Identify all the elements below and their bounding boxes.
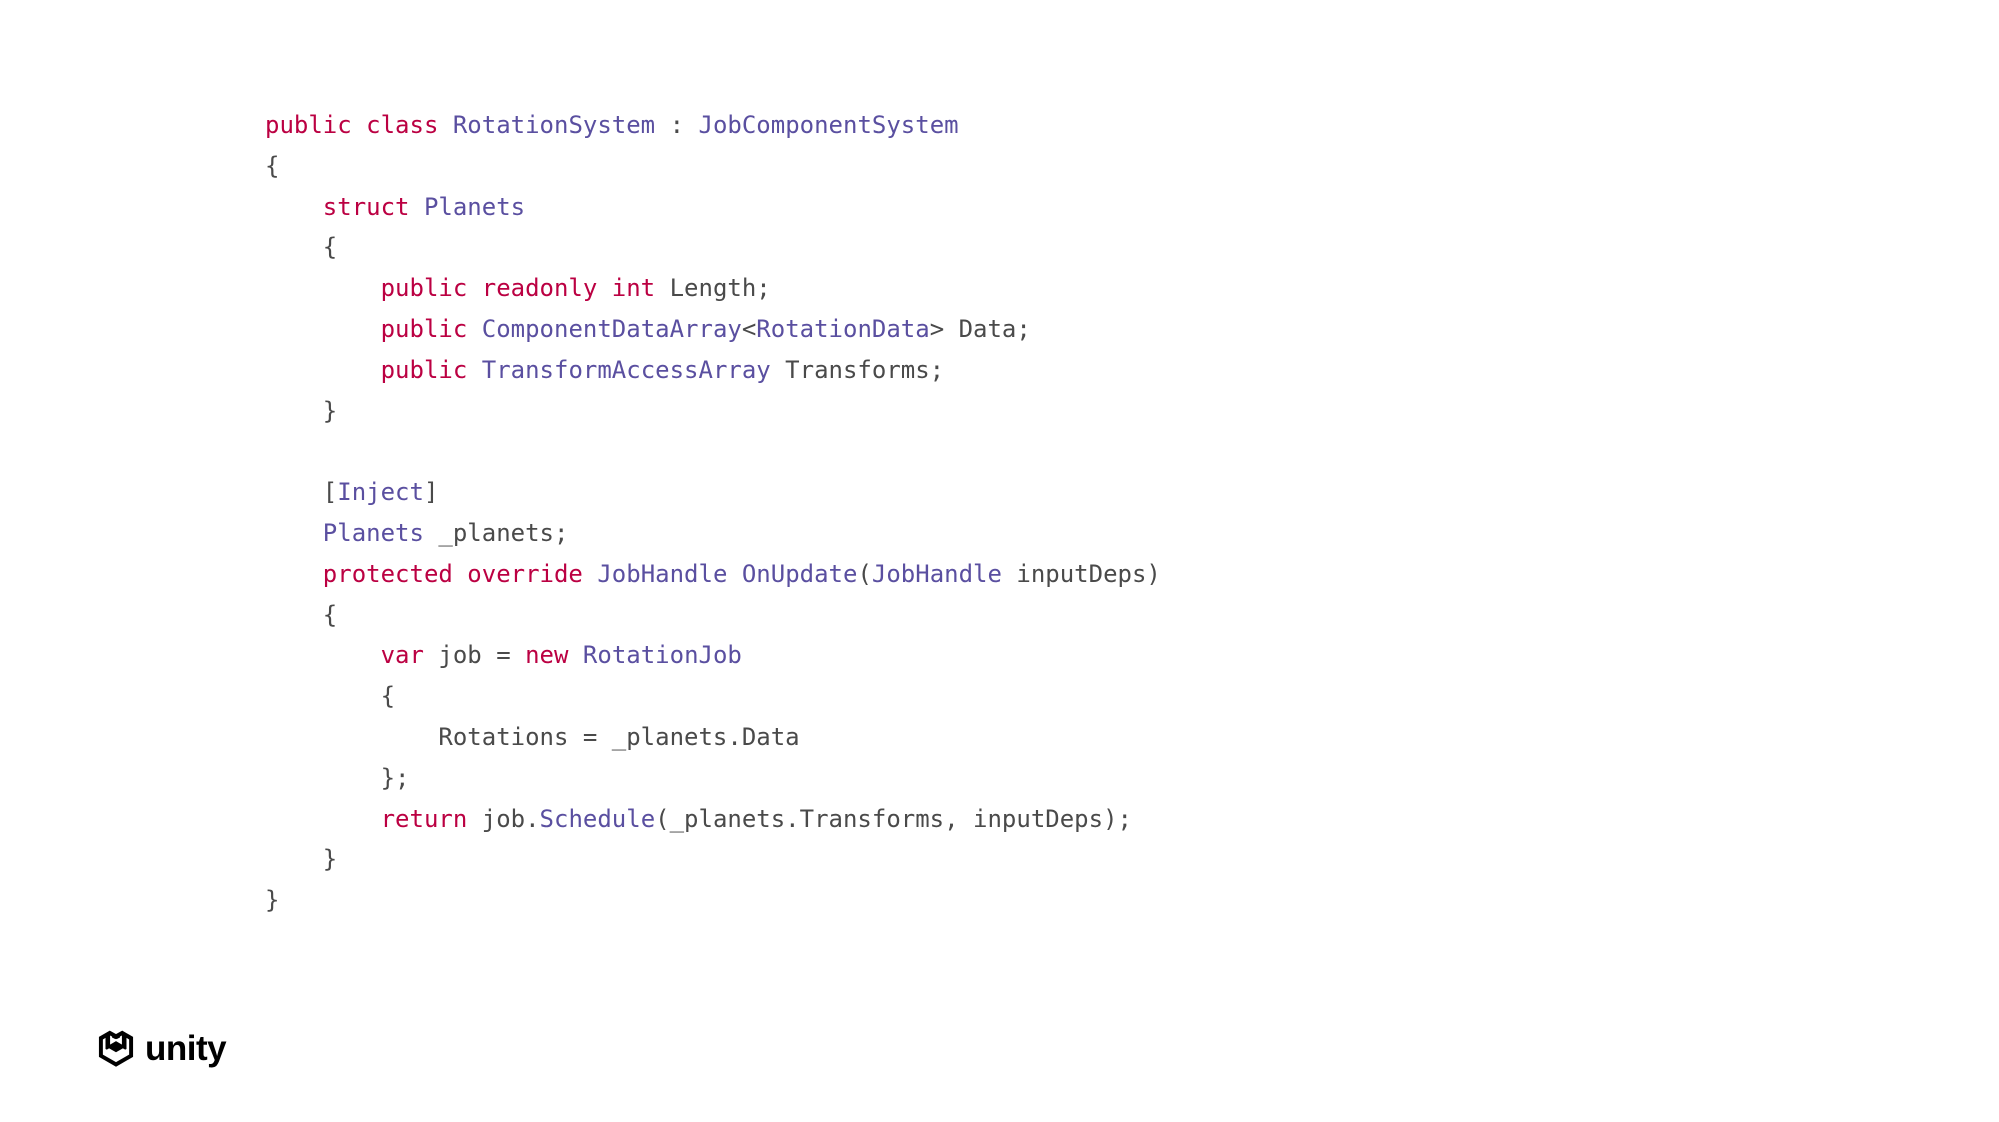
code-token: JobHandle [597,560,727,588]
code-token: RotationData [756,315,929,343]
code-token: public [381,315,468,343]
code-token: return [381,805,468,833]
code-token: JobHandle [872,560,1002,588]
unity-logo-text: unity [145,1029,226,1069]
code-token: > Data; [930,315,1031,343]
code-token: [ [265,478,337,506]
code-token [265,560,323,588]
code-token: inputDeps) [1002,560,1161,588]
code-token: protected override [323,560,583,588]
code-token: OnUpdate [742,560,858,588]
code-token [265,315,381,343]
code-token: { [265,152,279,180]
code-token [265,805,381,833]
code-token: Transforms; [771,356,944,384]
code-token: JobComponentSystem [699,111,959,139]
code-token: job. [467,805,539,833]
code-token [438,111,452,139]
code-line: Rotations = _planets.Data [265,717,1161,758]
code-token: struct [323,193,410,221]
code-token: public [381,356,468,384]
code-line: struct Planets [265,187,1161,228]
code-line: protected override JobHandle OnUpdate(Jo… [265,554,1161,595]
code-token: (_planets.Transforms, inputDeps); [655,805,1132,833]
code-token [265,356,381,384]
code-line: } [265,391,1161,432]
unity-logo-icon [95,1028,137,1070]
code-token: public readonly int [381,274,656,302]
code-token: : [655,111,698,139]
code-token [467,356,481,384]
code-token: public class [265,111,438,139]
code-token [727,560,741,588]
code-line: public TransformAccessArray Transforms; [265,350,1161,391]
code-token: } [265,845,337,873]
code-line: }; [265,758,1161,799]
code-token [265,519,323,547]
code-token: job = [424,641,525,669]
code-token: < [742,315,756,343]
code-token: { [265,682,395,710]
code-line: public class RotationSystem : JobCompone… [265,105,1161,146]
code-line: { [265,146,1161,187]
code-token [467,315,481,343]
code-line: public ComponentDataArray<RotationData> … [265,309,1161,350]
code-token: } [265,886,279,914]
code-token: Rotations = _planets.Data [265,723,800,751]
code-token [265,274,381,302]
code-token [265,641,381,669]
code-token: new [525,641,568,669]
code-line: { [265,227,1161,268]
code-line [265,431,1161,472]
code-token: Inject [337,478,424,506]
code-token: RotationJob [583,641,742,669]
code-token: { [265,601,337,629]
code-token: RotationSystem [453,111,655,139]
code-token: }; [265,764,410,792]
code-line: [Inject] [265,472,1161,513]
code-token: var [381,641,424,669]
code-line: var job = new RotationJob [265,635,1161,676]
code-line: } [265,839,1161,880]
code-block: public class RotationSystem : JobCompone… [265,105,1161,921]
code-line: Planets _planets; [265,513,1161,554]
code-token: _planets; [424,519,569,547]
code-token: Schedule [540,805,656,833]
code-token: } [265,397,337,425]
code-line: public readonly int Length; [265,268,1161,309]
code-line: { [265,595,1161,636]
code-token: ComponentDataArray [482,315,742,343]
code-line: return job.Schedule(_planets.Transforms,… [265,799,1161,840]
code-token: Planets [323,519,424,547]
code-token: { [265,233,337,261]
unity-logo: unity [95,1028,226,1070]
code-token: TransformAccessArray [482,356,771,384]
code-token [568,641,582,669]
code-token [410,193,424,221]
code-token [265,193,323,221]
code-token [583,560,597,588]
code-line: { [265,676,1161,717]
code-token: Planets [424,193,525,221]
code-token: ( [857,560,871,588]
code-token: Length; [655,274,771,302]
code-line: } [265,880,1161,921]
code-token: ] [424,478,438,506]
